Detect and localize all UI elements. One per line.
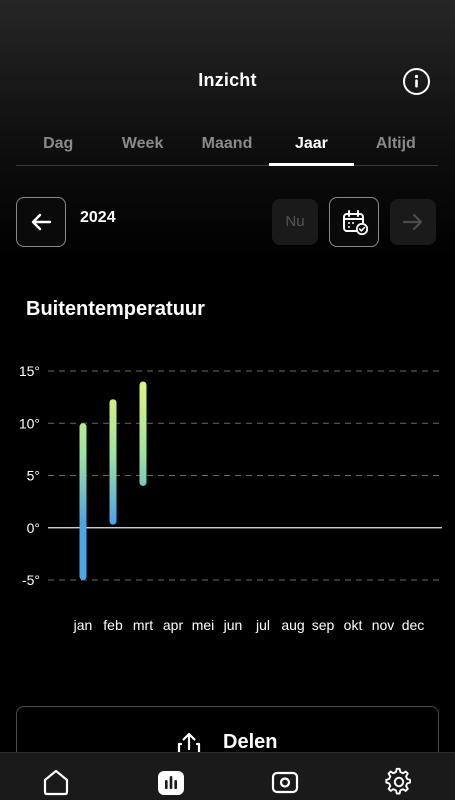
x-tick-label: jun xyxy=(223,617,243,633)
tab-jaar[interactable]: Jaar xyxy=(269,128,355,166)
arrow-right-icon xyxy=(402,213,423,231)
calendar-button[interactable] xyxy=(329,197,379,247)
tab-dag[interactable]: Dag xyxy=(16,128,100,165)
now-button[interactable]: Nu xyxy=(272,199,318,245)
chart-icon xyxy=(158,771,184,795)
selected-year: 2024 xyxy=(80,209,116,226)
info-button[interactable] xyxy=(403,68,430,95)
temperature-chart: 15° 10° 5° 0° -5° jan feb mrt apr mei jun jul aug se… xyxy=(19,363,442,633)
x-tick-label: jan xyxy=(73,617,93,633)
tab-maand[interactable]: Maand xyxy=(185,128,269,165)
range-bar-jan[interactable] xyxy=(79,423,87,580)
y-tick-label: 15° xyxy=(19,363,40,379)
header: Inzicht xyxy=(0,0,455,120)
info-icon xyxy=(414,74,419,88)
period-tabs: Dag Week Maand Jaar Altijd xyxy=(16,128,438,166)
x-tick-label: sep xyxy=(312,617,335,633)
page-title: Inzicht xyxy=(198,70,257,90)
range-bar-feb[interactable] xyxy=(109,399,117,525)
x-tick-label: mrt xyxy=(133,617,153,633)
tab-altijd[interactable]: Altijd xyxy=(354,128,438,165)
x-tick-label: apr xyxy=(163,617,184,633)
share-label: Delen xyxy=(223,731,278,753)
y-tick-label: -5° xyxy=(22,572,40,588)
nav-home[interactable] xyxy=(26,753,86,800)
x-tick-label: okt xyxy=(344,617,363,633)
nav-device[interactable] xyxy=(255,753,315,800)
x-tick-label: nov xyxy=(372,617,395,633)
gear-icon xyxy=(385,767,412,795)
home-icon xyxy=(43,769,69,796)
nav-insights[interactable] xyxy=(141,753,201,800)
y-tick-label: 0° xyxy=(27,520,40,536)
range-bar-mrt[interactable] xyxy=(139,381,147,486)
calendar-check-icon xyxy=(343,210,369,236)
arrow-left-icon xyxy=(31,213,52,231)
section-title: Buitentemperatuur xyxy=(26,298,205,320)
y-tick-label: 5° xyxy=(27,468,40,484)
x-tick-label: feb xyxy=(103,617,123,633)
x-tick-label: mei xyxy=(192,617,215,633)
x-tick-label: dec xyxy=(402,617,425,633)
x-tick-label: jul xyxy=(255,617,270,633)
tab-week[interactable]: Week xyxy=(100,128,184,165)
device-icon xyxy=(271,771,299,794)
bottom-navigation xyxy=(0,752,455,800)
x-tick-label: aug xyxy=(281,617,304,633)
previous-period-button[interactable] xyxy=(16,197,66,247)
nav-settings[interactable] xyxy=(369,753,429,800)
next-period-button[interactable] xyxy=(390,199,436,245)
y-tick-label: 10° xyxy=(19,415,40,431)
